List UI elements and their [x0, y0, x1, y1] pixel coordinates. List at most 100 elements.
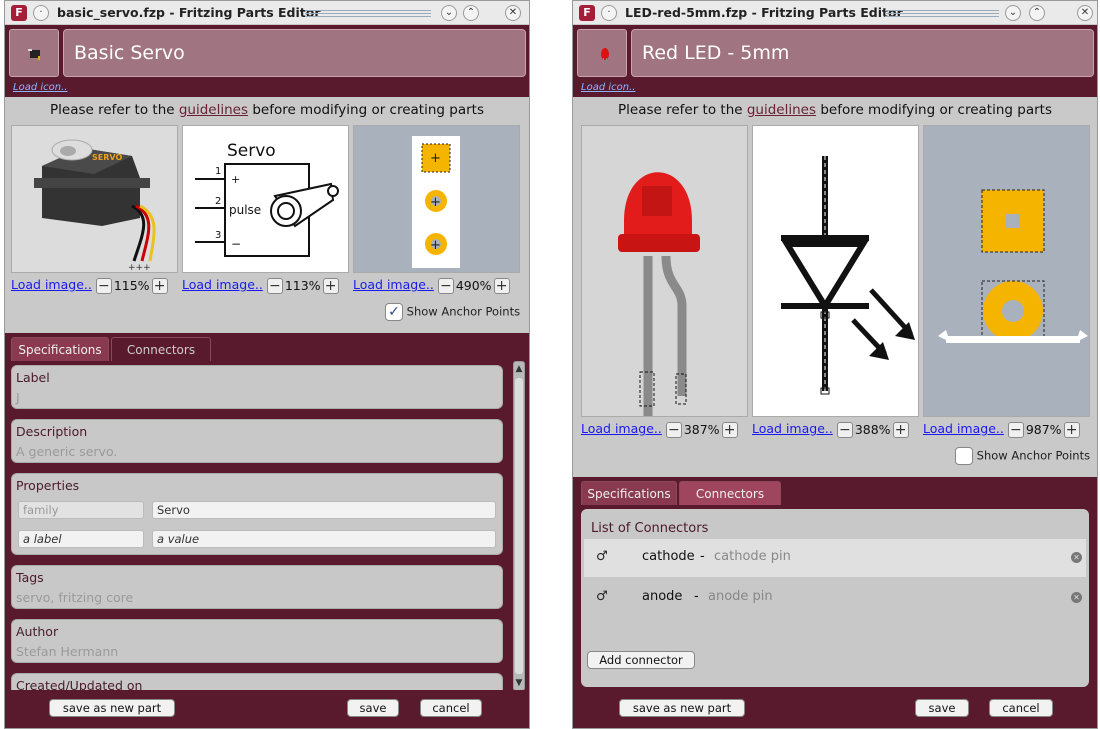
guidelines-note: Please refer to the guidelines before mo…	[573, 97, 1097, 123]
save-button[interactable]: save	[915, 699, 969, 717]
window-title: basic_servo.fzp - Fritzing Parts Editor	[57, 5, 321, 20]
zoom-in-button[interactable]: +	[721, 421, 738, 438]
part-icon[interactable]	[9, 29, 59, 77]
schematic-view[interactable]: Servo 1 2 3 + pulse −	[182, 125, 349, 273]
schematic-view[interactable]	[752, 125, 919, 417]
load-icon-link[interactable]: Load icon..	[13, 82, 67, 93]
zoom-out-button[interactable]: −	[836, 421, 853, 438]
description-field[interactable]: Description A generic servo.	[11, 419, 503, 463]
breadboard-view[interactable]: SERVO +++	[11, 125, 178, 273]
property-name-family: family	[18, 501, 144, 519]
schematic-pin-1: 1	[215, 166, 221, 177]
show-anchor-toggle[interactable]: Show Anchor Points	[955, 447, 1090, 465]
minimize-icon[interactable]: ⌄	[1005, 5, 1021, 21]
tab-specifications[interactable]: Specifications	[11, 337, 109, 361]
checkbox-unchecked-icon[interactable]	[955, 447, 973, 465]
author-value[interactable]: Stefan Hermann	[16, 644, 118, 659]
label-field[interactable]: Label J	[11, 365, 503, 409]
pcb-controls: Load image.. −987% +	[923, 421, 1080, 438]
connector-row[interactable]: ♂ anode - anode pin ✕	[584, 579, 1086, 617]
show-anchor-toggle[interactable]: ✓ Show Anchor Points	[385, 303, 520, 321]
connector-row[interactable]: ♂ cathode - cathode pin ✕	[584, 539, 1086, 577]
tags-value[interactable]: servo, fritzing core	[16, 590, 133, 605]
pcb-load-image-link[interactable]: Load image..	[353, 277, 434, 292]
schematic-title: Servo	[227, 141, 276, 161]
zoom-in-button[interactable]: +	[322, 277, 339, 294]
save-as-new-part-button[interactable]: save as new part	[619, 699, 745, 717]
title-bar[interactable]: F · basic_servo.fzp - Fritzing Parts Edi…	[5, 1, 529, 25]
connector-description[interactable]: cathode pin	[714, 549, 791, 564]
schematic-load-image-link[interactable]: Load image..	[182, 277, 263, 292]
part-title-field[interactable]: Red LED - 5mm	[631, 29, 1094, 77]
maximize-icon[interactable]: ⌃	[1029, 5, 1045, 21]
cancel-button[interactable]: cancel	[420, 699, 482, 717]
zoom-in-button[interactable]: +	[892, 421, 909, 438]
save-as-new-part-button[interactable]: save as new part	[49, 699, 175, 717]
window-title: LED-red-5mm.fzp - Fritzing Parts Editor	[625, 5, 903, 20]
scroll-up-icon[interactable]: ▲	[514, 362, 524, 376]
breadboard-load-image-link[interactable]: Load image..	[581, 421, 662, 436]
close-icon[interactable]: ✕	[505, 5, 521, 21]
zoom-out-button[interactable]: −	[665, 421, 682, 438]
title-grip-lines	[885, 10, 999, 17]
minimize-icon[interactable]: ⌄	[441, 5, 457, 21]
load-icon-link[interactable]: Load icon..	[581, 82, 635, 93]
property-value-family[interactable]: Servo	[152, 501, 496, 519]
connector-name[interactable]: anode	[642, 589, 682, 604]
fritzing-app-icon[interactable]: F	[579, 5, 595, 21]
scroll-down-icon[interactable]: ▼	[514, 676, 524, 690]
label-value[interactable]: J	[16, 390, 20, 405]
vertical-scrollbar[interactable]: ▲ ▼	[513, 361, 525, 691]
zoom-in-button[interactable]: +	[151, 277, 168, 294]
tab-connectors[interactable]: Connectors	[111, 337, 211, 361]
connector-name[interactable]: cathode	[642, 549, 695, 564]
connector-description[interactable]: anode pin	[708, 589, 773, 604]
window-menu-icon[interactable]: ·	[33, 5, 49, 21]
checkbox-checked-icon[interactable]: ✓	[385, 303, 403, 321]
schematic-controls: Load image.. −388% +	[752, 421, 909, 438]
guidelines-suffix: before modifying or creating parts	[252, 102, 484, 118]
schematic-pin-2: 2	[215, 196, 221, 207]
window-menu-icon[interactable]: ·	[601, 5, 617, 21]
breadboard-load-image-link[interactable]: Load image..	[11, 277, 92, 292]
scroll-thumb[interactable]	[515, 378, 523, 674]
cancel-button[interactable]: cancel	[989, 699, 1053, 717]
author-field[interactable]: Author Stefan Hermann	[11, 619, 503, 663]
part-title-field[interactable]: Basic Servo	[63, 29, 526, 77]
tab-specifications[interactable]: Specifications	[581, 481, 677, 505]
zoom-in-button[interactable]: +	[1063, 421, 1080, 438]
pcb-view[interactable]	[923, 125, 1090, 417]
maximize-icon[interactable]: ⌃	[463, 5, 479, 21]
zoom-out-button[interactable]: −	[1007, 421, 1024, 438]
property-value-input[interactable]: a value	[152, 530, 496, 548]
pcb-load-image-link[interactable]: Load image..	[923, 421, 1004, 436]
title-bar[interactable]: F · LED-red-5mm.fzp - Fritzing Parts Edi…	[573, 1, 1097, 25]
zoom-out-button[interactable]: −	[95, 277, 112, 294]
zoom-out-button[interactable]: −	[437, 277, 454, 294]
svg-text:+++: +++	[128, 263, 151, 272]
guidelines-link[interactable]: guidelines	[747, 102, 816, 118]
delete-connector-icon[interactable]: ✕	[1071, 552, 1082, 563]
servo-brand-text: SERVO	[92, 153, 122, 162]
description-value[interactable]: A generic servo.	[16, 444, 117, 459]
guidelines-link[interactable]: guidelines	[179, 102, 248, 118]
add-connector-button[interactable]: Add connector	[587, 651, 695, 669]
zoom-out-button[interactable]: −	[266, 277, 283, 294]
save-button[interactable]: save	[347, 699, 399, 717]
close-icon[interactable]: ✕	[1077, 5, 1093, 21]
zoom-level: 387%	[683, 422, 720, 437]
tags-field[interactable]: Tags servo, fritzing core	[11, 565, 503, 609]
part-icon[interactable]	[577, 29, 627, 77]
zoom-in-button[interactable]: +	[493, 277, 510, 294]
schematic-load-image-link[interactable]: Load image..	[752, 421, 833, 436]
pcb-view[interactable]: + + +	[353, 125, 520, 273]
zoom-level: 115%	[113, 278, 150, 293]
zoom-level: 490%	[455, 278, 492, 293]
property-name-input[interactable]: a label	[18, 530, 144, 548]
field-label: Label	[16, 370, 50, 385]
breadboard-view[interactable]	[581, 125, 748, 417]
breadboard-controls: Load image.. −387% +	[581, 421, 738, 438]
tab-connectors[interactable]: Connectors	[679, 481, 781, 505]
delete-connector-icon[interactable]: ✕	[1071, 592, 1082, 603]
fritzing-app-icon[interactable]: F	[11, 5, 27, 21]
